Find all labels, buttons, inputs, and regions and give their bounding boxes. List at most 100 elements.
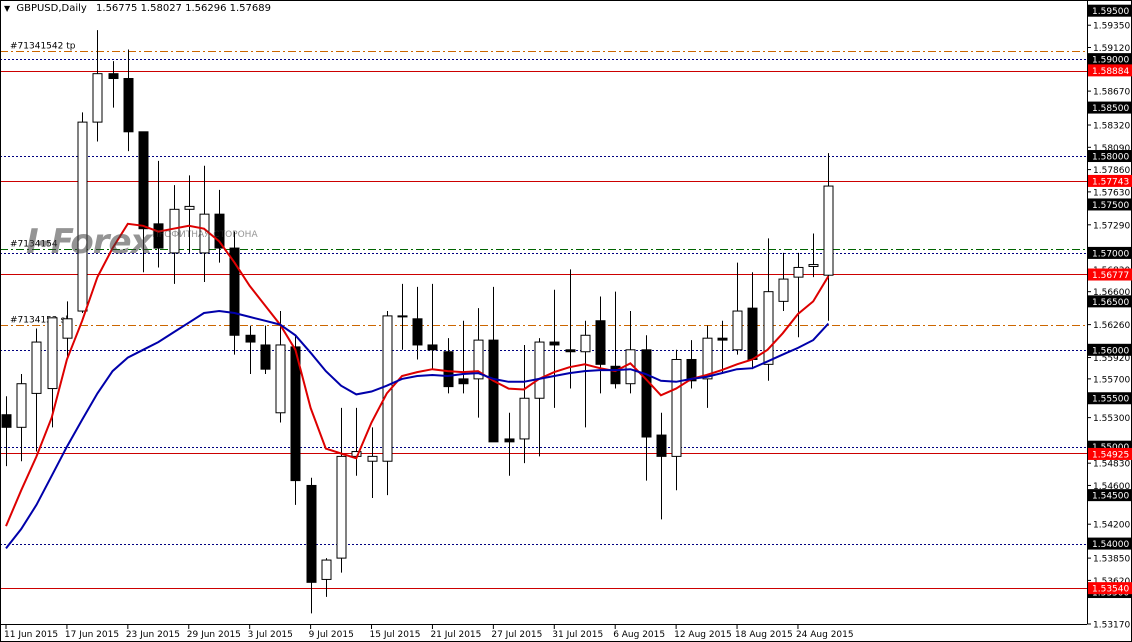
y-tick-label-16: 1.56260 bbox=[1093, 321, 1130, 331]
quote-values: 1.56775 1.58027 1.56296 1.57689 bbox=[96, 3, 271, 14]
y-tick-label-6: 1.58320 bbox=[1093, 122, 1130, 132]
candle-body-47 bbox=[717, 337, 728, 341]
candle-body-37 bbox=[565, 349, 576, 353]
candle-body-16 bbox=[245, 334, 256, 343]
candle-body-2 bbox=[31, 341, 42, 394]
candle-body-50 bbox=[763, 291, 774, 365]
candle-body-44 bbox=[671, 358, 682, 457]
candle-body-12 bbox=[184, 205, 195, 210]
level-price-label-9: 1.54000 bbox=[1092, 540, 1129, 550]
candle-body-32 bbox=[488, 339, 499, 443]
x-tick-label-1: 17 Jun 2015 bbox=[65, 630, 119, 640]
x-tick-label-3: 29 Jun 2015 bbox=[187, 630, 241, 640]
y-tick-label-28: 1.53850 bbox=[1093, 555, 1130, 565]
y-tick-label-1: 1.59350 bbox=[1093, 22, 1130, 32]
chart-frame bbox=[0, 0, 1132, 642]
level-price-label-10: 1.53540 bbox=[1092, 585, 1129, 595]
watermark-text: I-Forex bbox=[26, 222, 152, 262]
candle-body-36 bbox=[549, 341, 560, 346]
order-line-label-2: #7134152 sl bbox=[10, 316, 68, 326]
candle-body-39 bbox=[595, 320, 606, 365]
symbol-label: GBPUSD,Daily bbox=[16, 3, 87, 14]
candle-body-4 bbox=[62, 318, 73, 339]
candle-body-18 bbox=[275, 344, 286, 414]
axes bbox=[0, 0, 1132, 642]
candle-body-7 bbox=[108, 73, 119, 80]
x-tick-label-0: 11 Jun 2015 bbox=[4, 630, 58, 640]
axis-price-label-4: 1.55500 bbox=[1092, 395, 1129, 405]
candle-body-29 bbox=[443, 351, 454, 388]
level-price-label-1: 1.58884 bbox=[1092, 67, 1129, 77]
candle-body-42 bbox=[641, 349, 652, 438]
level-price-label-3: 1.57743 bbox=[1092, 177, 1129, 187]
y-tick-label-21: 1.55300 bbox=[1093, 414, 1130, 424]
candles bbox=[1, 30, 834, 614]
x-tick-label-11: 12 Aug 2015 bbox=[674, 630, 732, 640]
candle-body-33 bbox=[504, 438, 515, 443]
candle-body-53 bbox=[808, 264, 819, 267]
axis-price-label-1: 1.58500 bbox=[1092, 104, 1129, 114]
x-tick-label-10: 6 Aug 2015 bbox=[613, 630, 665, 640]
candle-body-0 bbox=[1, 414, 12, 428]
moving-average-fast bbox=[5, 222, 830, 527]
y-tick-label-11: 1.57290 bbox=[1093, 221, 1130, 231]
order-lines: #71341542 tp#7134154#7134152 sl bbox=[0, 42, 1087, 326]
candle-body-17 bbox=[260, 344, 271, 370]
x-tick-label-8: 27 Jul 2015 bbox=[491, 630, 542, 640]
collapse-arrow-icon[interactable]: ▼ bbox=[4, 4, 10, 13]
y-tick-label-23: 1.54830 bbox=[1093, 460, 1130, 470]
candle-body-24 bbox=[367, 455, 378, 462]
watermark-logo: I-Forex ПРОФИТНАЯ СТОРОНА bbox=[26, 222, 258, 262]
level-price-label-6: 1.56000 bbox=[1092, 346, 1129, 356]
candle-body-5 bbox=[77, 121, 88, 312]
candle-body-22 bbox=[336, 455, 347, 559]
level-price-label-2: 1.58000 bbox=[1092, 153, 1129, 163]
candle-body-26 bbox=[397, 315, 408, 318]
candle-body-20 bbox=[306, 484, 317, 583]
watermark-subtext: ПРОФИТНАЯ СТОРОНА bbox=[152, 230, 258, 240]
candle-body-38 bbox=[580, 334, 591, 353]
axis-price-label-0: 1.59500 bbox=[1092, 7, 1129, 17]
x-tick-label-13: 24 Aug 2015 bbox=[796, 630, 854, 640]
y-tick-label-31: 1.53170 bbox=[1093, 621, 1130, 631]
horizontal-levels bbox=[0, 59, 1087, 589]
candle-body-9 bbox=[138, 131, 149, 230]
candle-body-21 bbox=[321, 559, 332, 580]
candle-body-35 bbox=[534, 341, 545, 399]
x-tick-label-6: 15 Jul 2015 bbox=[370, 630, 421, 640]
candle-body-8 bbox=[123, 78, 134, 133]
level-price-label-5: 1.56777 bbox=[1092, 271, 1129, 281]
x-tick-label-7: 21 Jul 2015 bbox=[430, 630, 481, 640]
x-tick-label-12: 18 Aug 2015 bbox=[735, 630, 793, 640]
candle-body-6 bbox=[92, 73, 103, 123]
y-tick-labels: 1.595001.593501.591201.589001.586701.585… bbox=[1087, 7, 1130, 631]
candle-body-27 bbox=[412, 318, 423, 346]
y-tick-label-2: 1.59120 bbox=[1093, 44, 1130, 54]
candle-body-34 bbox=[519, 397, 530, 440]
price-chart[interactable]: #71341542 tp#7134154#7134152 sl 1.59500 1… bbox=[0, 0, 1132, 642]
level-price-label-0: 1.59000 bbox=[1092, 56, 1129, 66]
candle-body-43 bbox=[656, 434, 667, 457]
x-tick-label-9: 31 Jul 2015 bbox=[552, 630, 603, 640]
level-price-label-8: 1.54925 bbox=[1092, 450, 1129, 460]
axis-price-label-3: 1.56500 bbox=[1092, 298, 1129, 308]
y-tick-label-9: 1.57630 bbox=[1093, 188, 1130, 198]
moving-averages bbox=[5, 222, 830, 550]
candle-body-49 bbox=[747, 307, 758, 360]
axis-price-label-2: 1.57500 bbox=[1092, 201, 1129, 211]
chart-header: ▼ GBPUSD,Daily 1.56775 1.58027 1.56296 1… bbox=[4, 3, 271, 14]
candle-body-3 bbox=[47, 317, 58, 390]
x-tick-labels: 11 Jun 2015 17 Jun 2015 23 Jun 2015 29 Jun … bbox=[4, 624, 854, 640]
order-line-label-0: #71341542 tp bbox=[10, 42, 76, 52]
x-tick-label-5: 9 Jul 2015 bbox=[309, 630, 354, 640]
candle-body-48 bbox=[732, 310, 743, 351]
candle-body-28 bbox=[427, 344, 438, 351]
candle-body-30 bbox=[458, 378, 469, 385]
candle-body-19 bbox=[290, 346, 301, 482]
level-price-label-4: 1.57000 bbox=[1092, 249, 1129, 259]
candle-body-52 bbox=[793, 266, 804, 278]
candle-body-1 bbox=[16, 383, 27, 428]
x-tick-label-4: 3 Jul 2015 bbox=[248, 630, 293, 640]
candle-body-54 bbox=[823, 185, 834, 276]
axis-price-label-5: 1.54500 bbox=[1092, 492, 1129, 502]
